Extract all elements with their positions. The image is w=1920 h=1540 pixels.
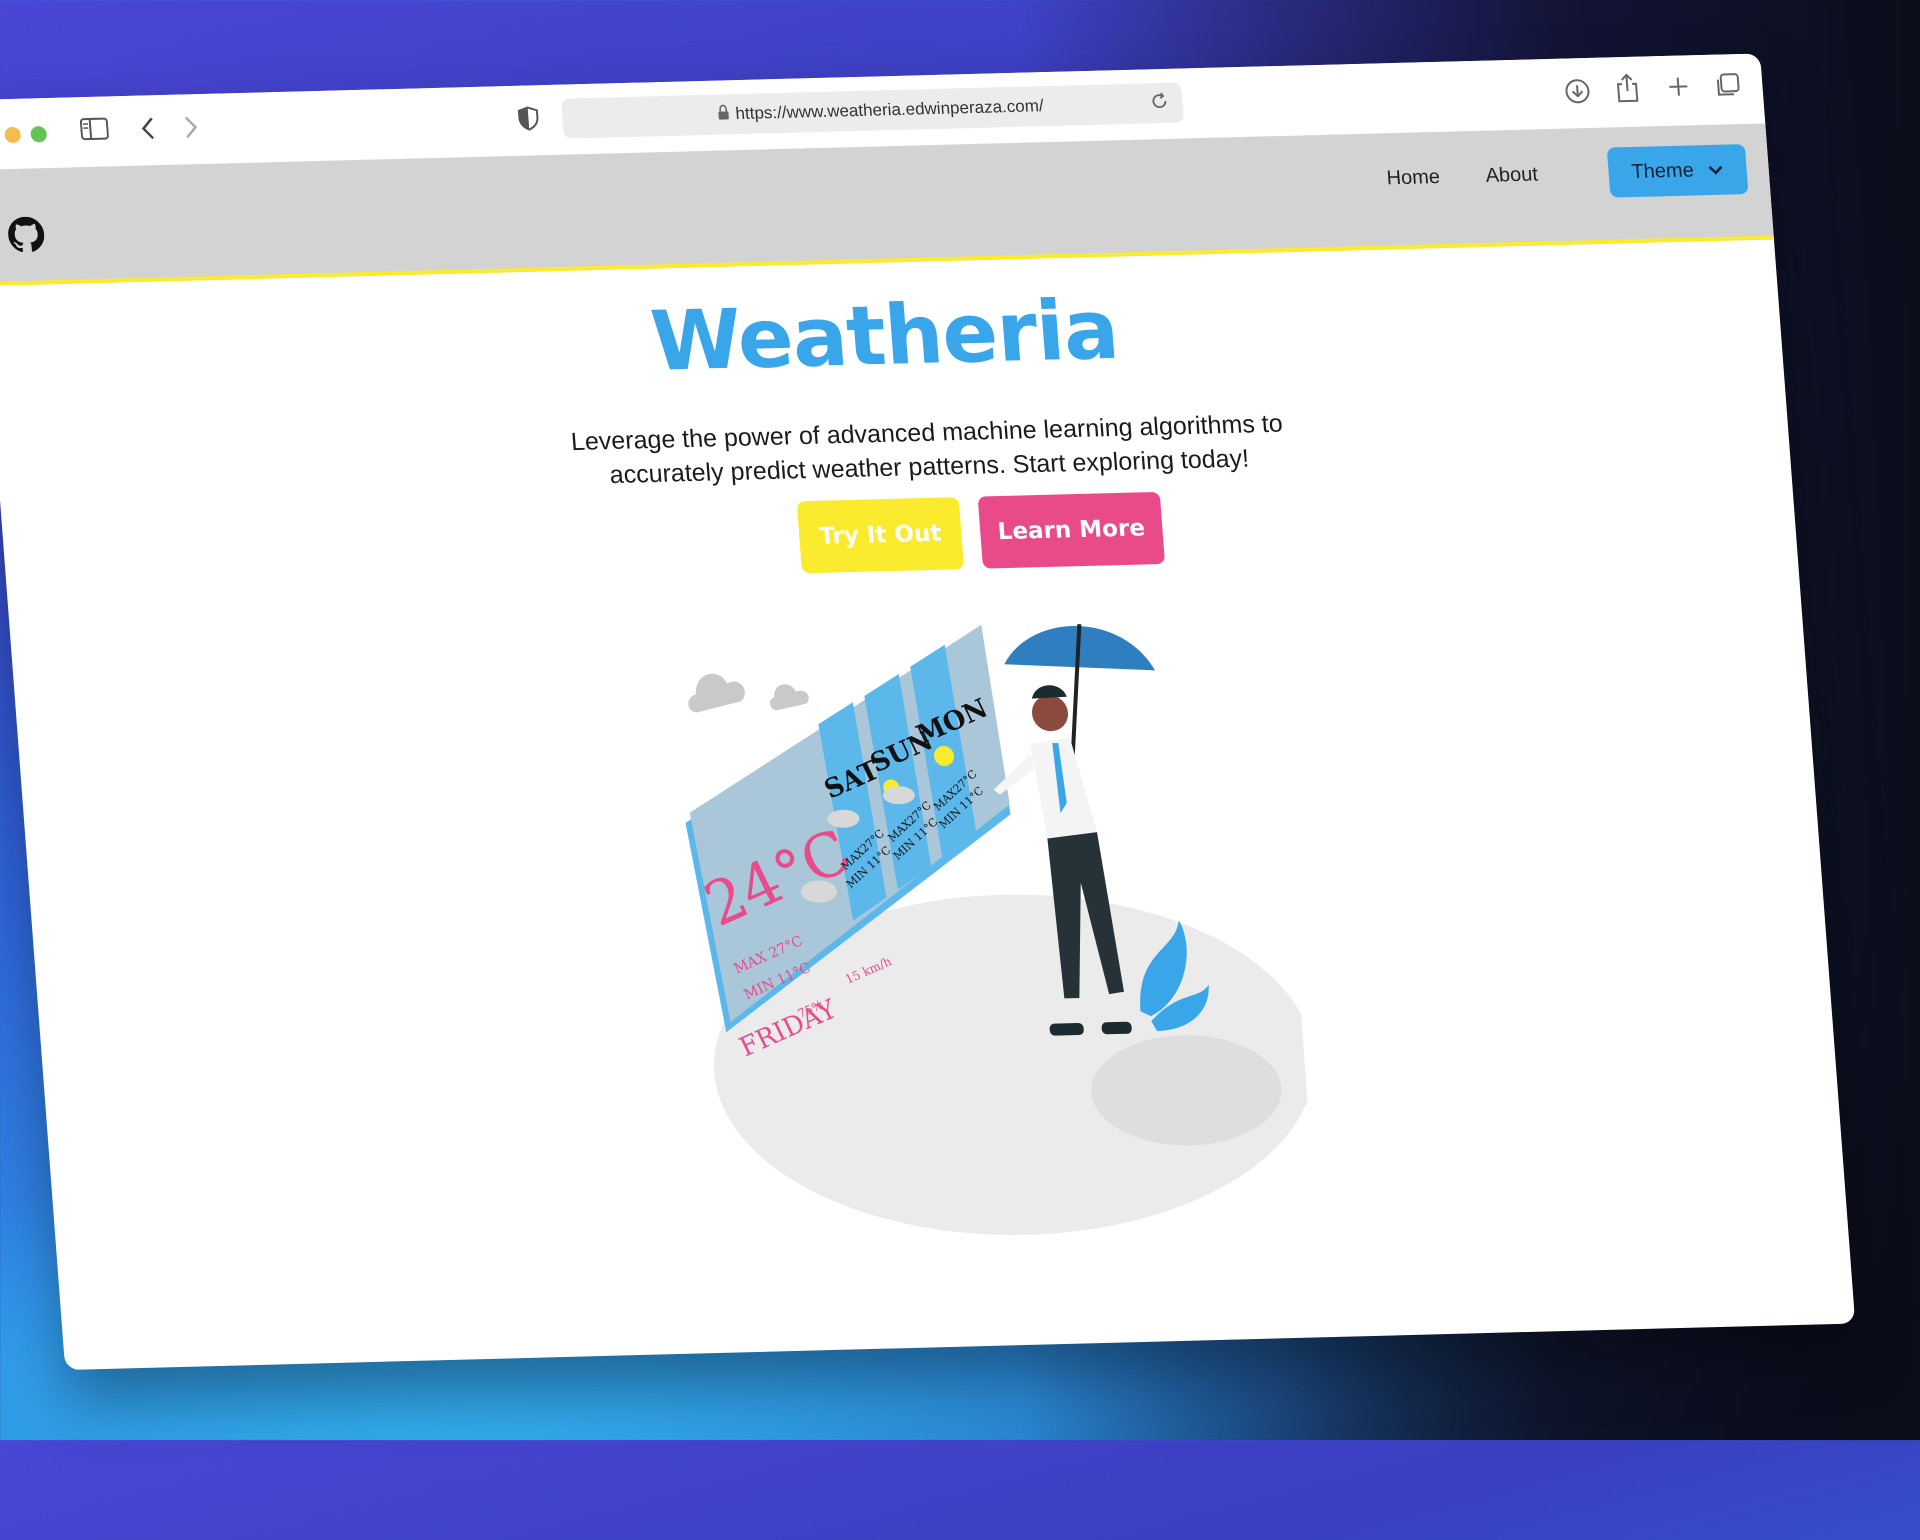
chevron-down-icon <box>1707 158 1725 181</box>
forward-icon[interactable] <box>182 114 200 144</box>
minimize-window-button[interactable] <box>4 127 21 143</box>
browser-window: https://www.weatheria.edwinperaza.com/ <box>0 50 1920 1540</box>
try-it-out-button[interactable]: Try It Out <box>797 497 964 573</box>
theme-dropdown-button[interactable]: Theme <box>1607 144 1749 198</box>
browser-frame: https://www.weatheria.edwinperaza.com/ <box>0 53 1855 1370</box>
back-icon[interactable] <box>140 115 158 145</box>
download-icon[interactable] <box>1564 78 1592 109</box>
url-text: https://www.weatheria.edwinperaza.com/ <box>735 96 1045 124</box>
theme-label: Theme <box>1631 159 1695 184</box>
github-icon[interactable] <box>7 216 46 258</box>
share-icon[interactable] <box>1614 73 1641 108</box>
nav-home-link[interactable]: Home <box>1386 166 1441 190</box>
weather-illustration: 24°C MAX 27°C MIN 11°C 75% 15 km/h FRIDA… <box>649 587 1319 1263</box>
address-bar[interactable]: https://www.weatheria.edwinperaza.com/ <box>561 83 1184 139</box>
reload-icon[interactable] <box>1150 91 1170 114</box>
maximize-window-button[interactable] <box>30 126 47 142</box>
lock-icon <box>717 104 731 125</box>
learn-more-button[interactable]: Learn More <box>978 492 1165 569</box>
tabs-overview-icon[interactable] <box>1713 72 1741 103</box>
hero-subtitle: Leverage the power of advanced machine l… <box>556 406 1301 493</box>
hero-title: Weatheria <box>0 265 1783 407</box>
sidebar-icon[interactable] <box>80 116 110 145</box>
nav-about-link[interactable]: About <box>1485 163 1539 187</box>
new-tab-icon[interactable] <box>1667 75 1691 102</box>
shield-icon[interactable] <box>517 105 541 136</box>
cloud-icon <box>686 671 810 712</box>
